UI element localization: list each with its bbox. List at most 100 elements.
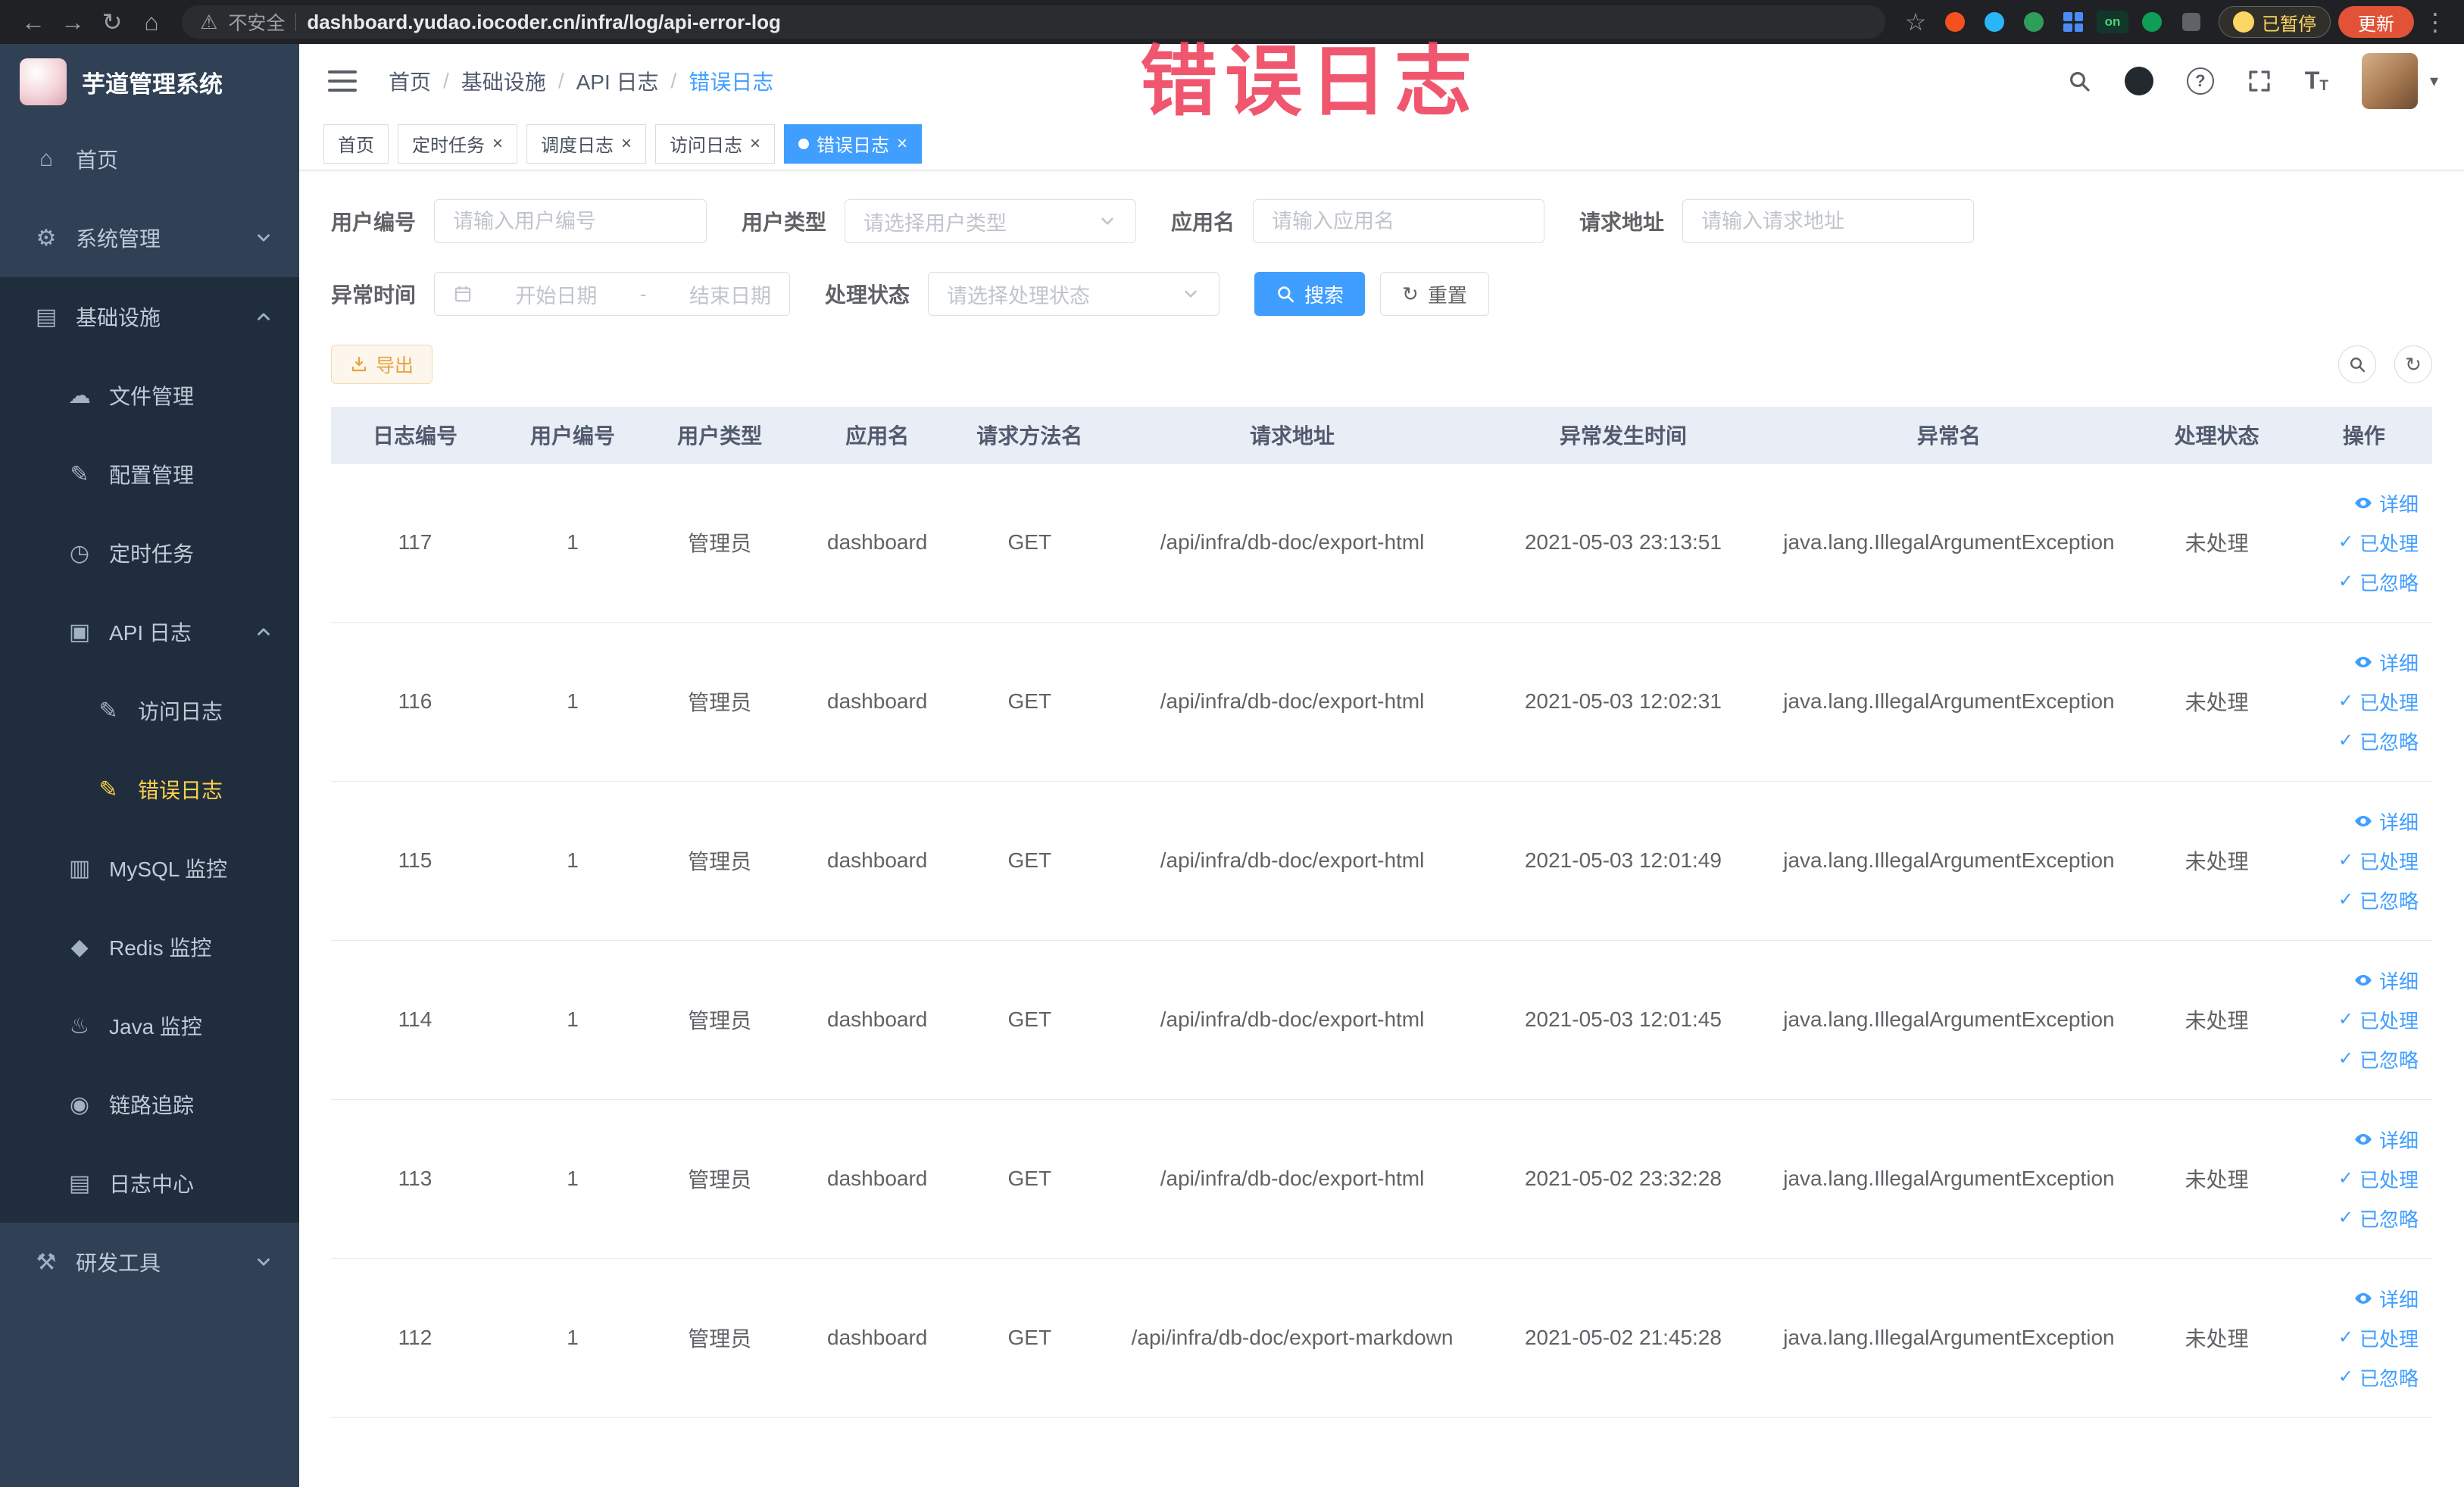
user-avatar[interactable]	[2361, 52, 2418, 109]
sidebar-item-dev-tools[interactable]: ⚒ 研发工具	[0, 1223, 299, 1301]
chevron-down-icon[interactable]: ▾	[2430, 71, 2438, 91]
fullscreen-icon[interactable]	[2247, 69, 2272, 93]
extension-icon-5[interactable]: on	[2093, 5, 2132, 39]
sidebar-item-config-manage[interactable]: ✎ 配置管理	[0, 435, 299, 514]
processed-link[interactable]: ✓ 已处理	[2303, 1000, 2419, 1039]
extension-icon-1[interactable]	[1935, 5, 1975, 39]
sidebar-item-error-log[interactable]: ✎ 错误日志	[0, 750, 299, 829]
tab-close-icon[interactable]: ×	[897, 134, 907, 153]
extension-icon-3[interactable]	[2014, 5, 2053, 39]
tab-close-icon[interactable]: ×	[492, 134, 503, 153]
user-id-input[interactable]	[434, 199, 707, 243]
search-icon[interactable]	[2067, 69, 2091, 93]
browser-menu-icon[interactable]: ⋮	[2420, 8, 2450, 36]
tab[interactable]: 调度日志 ×	[526, 123, 647, 164]
extension-icon-2[interactable]	[1975, 5, 2014, 39]
sidebar-item-redis-monitor[interactable]: ◆ Redis 监控	[0, 908, 299, 986]
ignored-link[interactable]: ✓ 已忽略	[2303, 1198, 2419, 1238]
sidebar-item-mysql-monitor[interactable]: ▥ MySQL 监控	[0, 829, 299, 908]
address-bar[interactable]: ⚠ 不安全 dashboard.yudao.iocoder.cn/infra/l…	[182, 5, 1885, 39]
ignored-link[interactable]: ✓ 已忽略	[2303, 562, 2419, 601]
processed-link[interactable]: ✓ 已处理	[2303, 682, 2419, 721]
tab[interactable]: 定时任务 ×	[398, 123, 518, 164]
reload-icon[interactable]: ↻	[92, 5, 132, 39]
sidebar-item-log-center[interactable]: ▤ 日志中心	[0, 1144, 299, 1223]
tab[interactable]: 首页	[323, 123, 389, 164]
breadcrumb-separator: /	[670, 68, 677, 92]
processed-link[interactable]: ✓ 已处理	[2303, 523, 2419, 562]
chevron-down-icon	[254, 228, 273, 248]
detail-link[interactable]: 详细	[2303, 801, 2419, 841]
help-icon[interactable]: ?	[2186, 67, 2214, 95]
sidebar-item-scheduled-task[interactable]: ◷ 定时任务	[0, 514, 299, 592]
config-manage-icon: ✎	[70, 461, 89, 487]
redis-monitor-icon: ◆	[70, 934, 89, 960]
breadcrumb-item[interactable]: 首页	[389, 66, 431, 96]
sidebar-item-api-log[interactable]: ▣ API 日志	[0, 592, 299, 671]
hide-search-button[interactable]	[2338, 345, 2376, 383]
breadcrumb-item[interactable]: API 日志	[576, 66, 659, 96]
back-icon[interactable]: ←	[14, 5, 53, 39]
sidebar-item-file-manage[interactable]: ☁ 文件管理	[0, 356, 299, 435]
sidebar-item-home[interactable]: ⌂ 首页	[0, 120, 299, 198]
logo[interactable]: 芋道管理系统	[0, 44, 299, 120]
github-icon[interactable]	[2124, 66, 2153, 95]
detail-link[interactable]: 详细	[2303, 1279, 2419, 1318]
sidebar-item-access-log[interactable]: ✎ 访问日志	[0, 671, 299, 750]
bookmark-star-icon[interactable]: ☆	[1896, 5, 1935, 39]
detail-link[interactable]: 详细	[2303, 483, 2419, 523]
security-warning-icon[interactable]: ⚠	[200, 11, 217, 34]
access-log-icon: ✎	[98, 698, 118, 723]
request-url-input[interactable]	[1682, 199, 1975, 243]
paused-extension-badge[interactable]: 已暂停	[2219, 6, 2331, 38]
security-label[interactable]: 不安全	[228, 8, 285, 36]
ignored-link[interactable]: ✓ 已忽略	[2303, 1039, 2419, 1079]
cell-log-id: 113	[331, 1099, 499, 1259]
tab-close-icon[interactable]: ×	[621, 134, 632, 153]
table-body: 117 1 管理员 dashboard GET/api/infra/db-doc/exp…	[331, 463, 2432, 1418]
ignored-link[interactable]: ✓ 已忽略	[2303, 880, 2419, 920]
sidebar-item-label: 链路追踪	[109, 1094, 195, 1117]
sidebar-item-infrastructure[interactable]: ▤ 基础设施	[0, 277, 299, 356]
process-status-select[interactable]: 请选择处理状态	[928, 272, 1220, 316]
sidebar-item-gear[interactable]: ⚙ 系统管理	[0, 198, 299, 277]
ignored-link[interactable]: ✓ 已忽略	[2303, 1357, 2419, 1397]
cell-user-type: 管理员	[646, 940, 794, 1100]
sidebar-item-java-monitor[interactable]: ♨ Java 监控	[0, 986, 299, 1065]
extension-icon-4[interactable]	[2053, 5, 2093, 39]
tab[interactable]: 访问日志 ×	[655, 123, 776, 164]
check-icon: ✓	[2338, 1367, 2353, 1387]
ignored-link[interactable]: ✓ 已忽略	[2303, 721, 2419, 761]
sidebar-item-trace[interactable]: ◉ 链路追踪	[0, 1065, 299, 1144]
processed-link[interactable]: ✓ 已处理	[2303, 841, 2419, 880]
hamburger-icon[interactable]	[325, 66, 360, 96]
refresh-table-button[interactable]: ↻	[2394, 345, 2432, 383]
extension-icon-6[interactable]	[2132, 5, 2172, 39]
update-button[interactable]: 更新	[2338, 6, 2414, 38]
tab[interactable]: 错误日志 ×	[784, 123, 923, 164]
table-toolbar: 导出 ↻	[331, 345, 2432, 384]
processed-link[interactable]: ✓ 已处理	[2303, 1318, 2419, 1357]
font-size-icon[interactable]: TT	[2305, 67, 2328, 95]
breadcrumb-item[interactable]: 基础设施	[461, 66, 546, 96]
column-header: 应用名	[793, 407, 962, 464]
detail-link[interactable]: 详细	[2303, 961, 2419, 1000]
home-button-icon[interactable]: ⌂	[132, 5, 171, 39]
reset-button[interactable]: ↻ 重置	[1380, 272, 1489, 316]
url-text[interactable]: dashboard.yudao.iocoder.cn/infra/log/api…	[307, 11, 781, 34]
extensions-puzzle-icon[interactable]	[2172, 5, 2211, 39]
export-button[interactable]: 导出	[331, 345, 433, 384]
detail-link[interactable]: 详细	[2303, 1120, 2419, 1159]
forward-icon[interactable]: →	[53, 5, 92, 39]
app-name-input[interactable]	[1253, 199, 1545, 243]
search-button[interactable]: 搜索	[1254, 272, 1366, 316]
filter-user-type: 用户类型 请选择用户类型	[742, 199, 1137, 243]
exception-time-range[interactable]: 开始日期 - 结束日期	[434, 272, 791, 316]
processed-link[interactable]: ✓ 已处理	[2303, 1159, 2419, 1198]
detail-link[interactable]: 详细	[2303, 642, 2419, 682]
table-tools: ↻	[2338, 345, 2432, 383]
user-type-select[interactable]: 请选择用户类型	[845, 199, 1137, 243]
tab-close-icon[interactable]: ×	[750, 134, 760, 153]
check-icon: ✓	[2338, 1009, 2353, 1029]
filter-app-name: 应用名	[1171, 199, 1545, 243]
